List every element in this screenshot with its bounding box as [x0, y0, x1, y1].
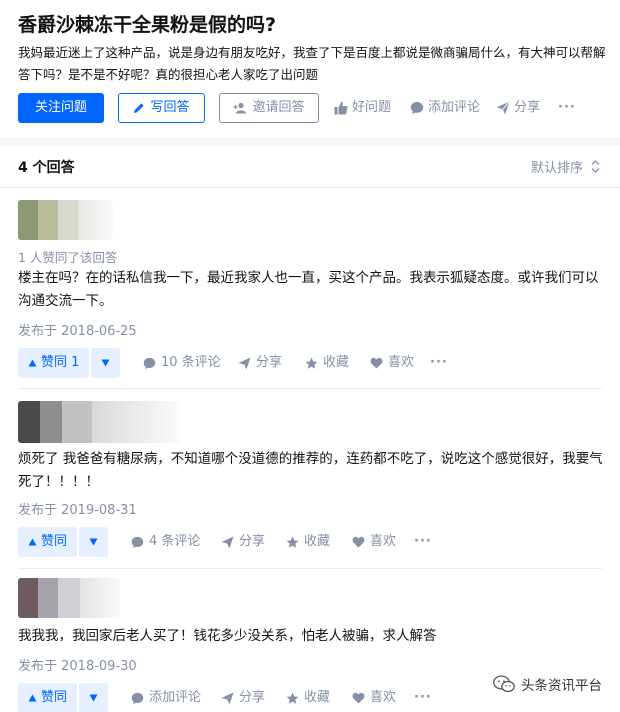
like-label: 喜欢	[370, 534, 397, 549]
answers-card: 4 个回答 默认排序 1 人赞同了该回答 楼主在吗？在的话私信我一下，最近我家人…	[0, 146, 620, 712]
like-button[interactable]: 喜欢	[352, 683, 396, 712]
more-options-button[interactable]: ···	[414, 683, 432, 712]
triangle-up-icon	[28, 538, 37, 546]
more-options-button[interactable]: ···	[430, 348, 448, 378]
share-icon	[221, 535, 234, 549]
answer-item: 烦死了 我爸爸有糖尿病，不知道哪个没道德的推荐的，连药都不吃了，说吃这个感觉很好…	[0, 388, 620, 569]
share-question-button[interactable]: 分享	[496, 93, 540, 123]
upvote-button[interactable]: 赞同	[18, 683, 78, 712]
like-button[interactable]: 喜欢	[370, 348, 414, 378]
invite-answer-label: 邀请回答	[252, 100, 305, 115]
comment-icon	[131, 536, 144, 548]
heart-icon	[352, 536, 365, 548]
add-comment-label: 添加评论	[428, 100, 481, 115]
share-icon	[238, 356, 251, 370]
publish-date[interactable]: 发布于 2019-08-31	[18, 499, 137, 518]
share-icon	[221, 691, 234, 705]
publish-date[interactable]: 发布于 2018-06-25	[18, 320, 137, 339]
comments-label: 10 条评论	[161, 355, 221, 370]
upvote-button[interactable]: 赞同 1	[18, 348, 90, 378]
answer-body: 楼主在吗？在的话私信我一下，最近我家人也一直，买这个产品。我表示狐疑态度。或许我…	[18, 270, 599, 309]
star-icon	[286, 536, 299, 548]
question-actions: 关注问题 写回答 邀请回答 好问题 添加评论 分享 ···	[18, 93, 618, 123]
share-label: 分享	[239, 690, 266, 705]
downvote-button[interactable]	[91, 348, 120, 378]
upvote-label: 赞同	[41, 534, 68, 549]
comments-label: 4 条评论	[149, 534, 201, 549]
upvote-label: 赞同	[41, 690, 68, 705]
thumbs-up-icon	[334, 101, 348, 115]
more-options-button[interactable]: ···	[414, 527, 432, 557]
sort-toggle-icon	[591, 160, 600, 173]
watermark: 头条资讯平台	[493, 674, 602, 694]
triangle-down-icon	[89, 694, 98, 702]
share-question-label: 分享	[514, 100, 541, 115]
triangle-up-icon	[28, 694, 37, 702]
favorite-button[interactable]: 收藏	[286, 683, 330, 712]
favorite-button[interactable]: 收藏	[286, 527, 330, 557]
answers-header: 4 个回答 默认排序	[0, 146, 620, 188]
comments-button[interactable]: 4 条评论	[131, 527, 200, 557]
share-button[interactable]: 分享	[221, 527, 265, 557]
comment-icon	[131, 692, 144, 704]
downvote-button[interactable]	[79, 527, 108, 557]
upvote-note: 1 人赞同了该回答	[18, 250, 118, 265]
pencil-icon	[134, 103, 145, 113]
write-answer-label: 写回答	[150, 100, 190, 115]
favorite-label: 收藏	[304, 690, 331, 705]
star-icon	[305, 357, 318, 369]
answer-count: 4 个回答	[18, 160, 75, 176]
good-question-button[interactable]: 好问题	[334, 93, 391, 123]
invite-answer-button[interactable]: 邀请回答	[219, 93, 319, 123]
wechat-icon	[493, 675, 515, 693]
add-comment-button[interactable]: 添加评论	[131, 683, 201, 712]
question-title: 香爵沙棘冻干全果粉是假的吗?	[18, 14, 277, 36]
triangle-up-icon	[28, 359, 37, 367]
sort-label: 默认排序	[530, 161, 583, 176]
comment-icon	[410, 102, 424, 114]
star-icon	[286, 692, 299, 704]
answer-body: 我我我，我回家后老人买了！钱花多少没关系，怕老人被骗，求人解答	[18, 628, 437, 644]
upvote-button[interactable]: 赞同	[18, 527, 78, 557]
share-button[interactable]: 分享	[221, 683, 265, 712]
downvote-button[interactable]	[79, 683, 108, 712]
answer-item: 1 人赞同了该回答 楼主在吗？在的话私信我一下，最近我家人也一直，买这个产品。我…	[0, 188, 620, 389]
answer-actions: 赞同 1 10 条评论 分享 收藏 喜欢 ···	[18, 348, 608, 378]
add-user-icon	[233, 102, 247, 114]
favorite-label: 收藏	[323, 355, 350, 370]
sort-dropdown[interactable]: 默认排序	[531, 157, 600, 176]
like-label: 喜欢	[388, 355, 415, 370]
share-label: 分享	[239, 534, 266, 549]
heart-icon	[352, 692, 365, 704]
answer-body: 烦死了 我爸爸有糖尿病，不知道哪个没道德的推荐的，连药都不吃了，说吃这个感觉很好…	[18, 451, 603, 490]
add-comment-button[interactable]: 添加评论	[410, 93, 480, 123]
comments-button[interactable]: 10 条评论	[143, 348, 221, 378]
comments-label: 添加评论	[149, 690, 202, 705]
comment-icon	[143, 357, 156, 369]
favorite-button[interactable]: 收藏	[305, 348, 349, 378]
answer-actions: 赞同 4 条评论 分享 收藏 喜欢 ···	[18, 527, 608, 557]
avatar[interactable]	[18, 578, 120, 618]
triangle-down-icon	[89, 538, 98, 546]
triangle-down-icon	[101, 359, 110, 367]
good-question-label: 好问题	[352, 100, 392, 115]
like-button[interactable]: 喜欢	[352, 527, 396, 557]
write-answer-button[interactable]: 写回答	[118, 93, 205, 123]
share-icon	[496, 101, 510, 115]
share-label: 分享	[256, 355, 283, 370]
question-card: 香爵沙棘冻干全果粉是假的吗? 我妈最近迷上了这种产品，说是身边有朋友吃好，我查了…	[0, 0, 620, 138]
heart-icon	[370, 357, 383, 369]
question-detail: 我妈最近迷上了这种产品，说是身边有朋友吃好，我查了下是百度上都说是微商骗局什么，…	[18, 45, 606, 82]
avatar[interactable]	[18, 200, 113, 240]
favorite-label: 收藏	[304, 534, 331, 549]
avatar[interactable]	[18, 401, 180, 443]
more-options-button[interactable]: ···	[558, 93, 576, 123]
publish-date[interactable]: 发布于 2018-09-30	[18, 655, 137, 674]
follow-question-button[interactable]: 关注问题	[18, 93, 104, 123]
upvote-label: 赞同 1	[41, 355, 80, 370]
share-button[interactable]: 分享	[238, 348, 282, 378]
watermark-label: 头条资讯平台	[521, 678, 602, 694]
like-label: 喜欢	[370, 690, 397, 705]
